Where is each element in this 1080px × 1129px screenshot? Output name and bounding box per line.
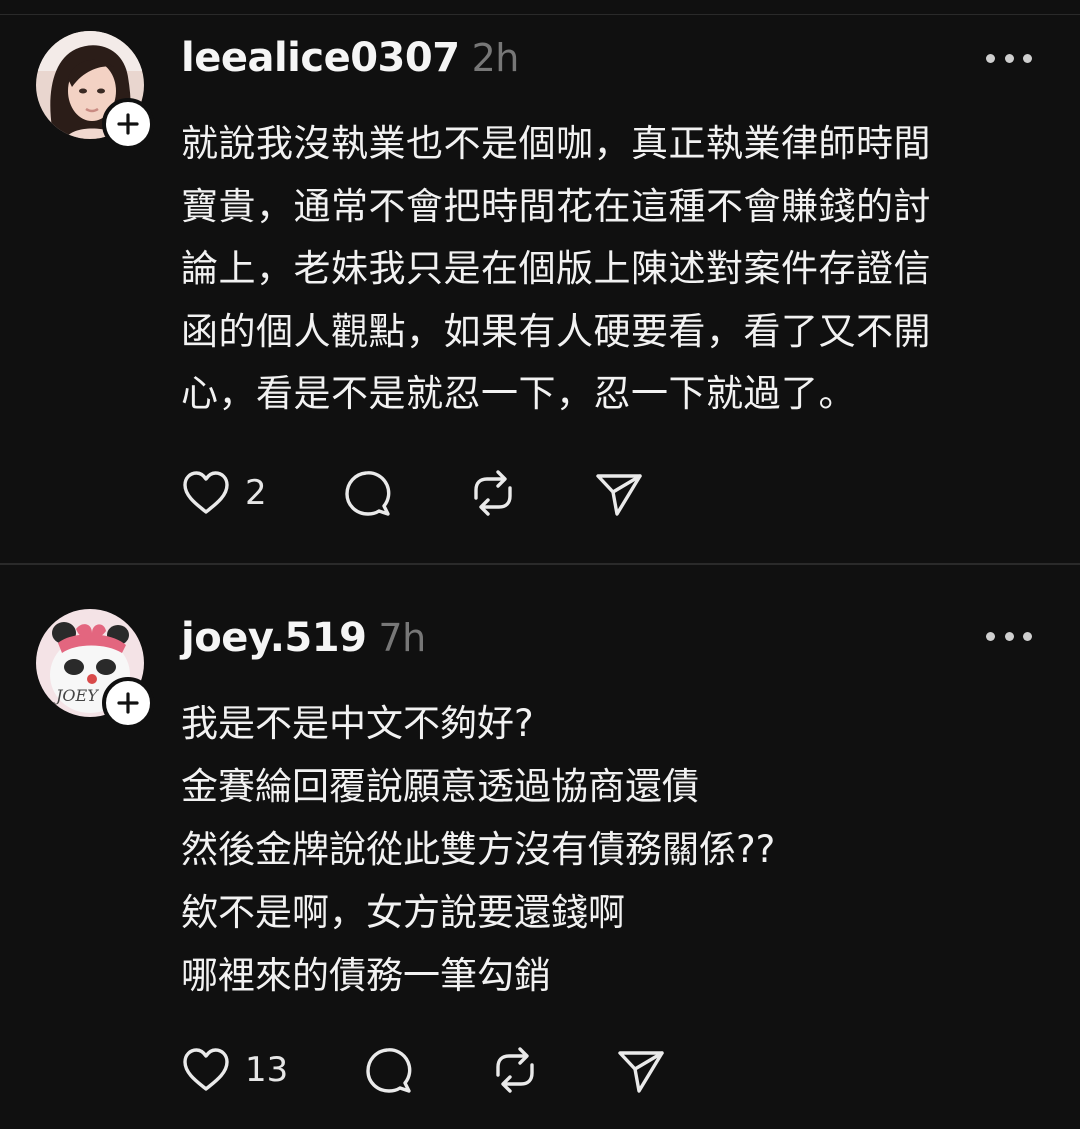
- more-dots-icon: [1023, 631, 1032, 641]
- comment-bubble-icon: [345, 471, 391, 516]
- repost-button[interactable]: [490, 1045, 540, 1095]
- username[interactable]: leealice0307: [181, 35, 460, 81]
- thread-post: JOEY joey.519 7h 我是不是中文不夠好? 金賽綸回覆說願意透過協商還…: [0, 565, 1080, 1129]
- comment-button[interactable]: [343, 468, 393, 518]
- post-text-line: 就說我沒執業也不是個咖，真正執業律師時間: [181, 122, 931, 165]
- send-icon: [618, 1051, 664, 1093]
- username[interactable]: joey.519: [181, 615, 367, 661]
- comment-button[interactable]: [364, 1045, 414, 1095]
- follow-button[interactable]: [102, 98, 154, 150]
- post-text: 就說我沒執業也不是個咖，真正執業律師時間 寶貴，通常不會把時間花在這種不會賺錢的…: [181, 113, 1051, 426]
- more-options-button[interactable]: [986, 626, 1032, 646]
- like-count: 13: [245, 1050, 289, 1090]
- like-button[interactable]: 2: [181, 468, 267, 518]
- thread-post: leealice0307 2h 就說我沒執業也不是個咖，真正執業律師時間 寶貴，通…: [0, 15, 1080, 563]
- comment-bubble-icon: [366, 1048, 412, 1093]
- post-text-line: 我是不是中文不夠好?: [181, 702, 534, 745]
- post-text-line: 哪裡來的債務一筆勾銷: [181, 954, 551, 997]
- repost-button[interactable]: [468, 468, 518, 518]
- more-dots-icon: [1004, 631, 1014, 641]
- more-dots-icon: [1023, 53, 1032, 63]
- more-dots-icon: [1004, 53, 1014, 63]
- more-dots-icon: [986, 631, 995, 641]
- repost-icon: [474, 470, 512, 516]
- post-header: joey.519 7h: [181, 615, 426, 661]
- post-header: leealice0307 2h: [181, 35, 519, 81]
- heart-icon: [183, 471, 229, 514]
- post-text-line: 然後金牌說從此雙方沒有債務關係??: [181, 828, 776, 871]
- svg-text:JOEY: JOEY: [53, 686, 99, 705]
- post-text-line: 寶貴，通常不會把時間花在這種不會賺錢的討: [181, 184, 931, 228]
- more-options-button[interactable]: [986, 48, 1032, 68]
- post-text-line: 函的個人觀點，如果有人硬要看，看了又不開: [181, 309, 931, 353]
- post-text-line: 金賽綸回覆說願意透過協商還債: [181, 765, 699, 808]
- share-button[interactable]: [594, 468, 644, 518]
- heart-icon: [183, 1048, 229, 1091]
- post-text-line: 欸不是啊，女方說要還錢啊: [181, 891, 625, 934]
- post-text-line: 心，看是不是就忍一下，忍一下就過了。: [181, 372, 856, 415]
- post-text-line: 論上，老妹我只是在個版上陳述對案件存證信: [181, 247, 931, 290]
- follow-button[interactable]: [102, 677, 154, 729]
- repost-icon: [496, 1047, 534, 1093]
- share-button[interactable]: [616, 1045, 666, 1095]
- plus-icon: [117, 113, 139, 135]
- more-dots-icon: [986, 53, 995, 63]
- post-text: 我是不是中文不夠好? 金賽綸回覆說願意透過協商還債 然後金牌說從此雙方沒有債務關…: [181, 692, 1051, 1007]
- like-button[interactable]: 13: [181, 1045, 288, 1095]
- send-icon: [596, 474, 642, 516]
- post-time: 2h: [471, 36, 520, 80]
- like-count: 2: [245, 473, 267, 513]
- plus-icon: [117, 692, 139, 714]
- post-time: 7h: [378, 616, 426, 660]
